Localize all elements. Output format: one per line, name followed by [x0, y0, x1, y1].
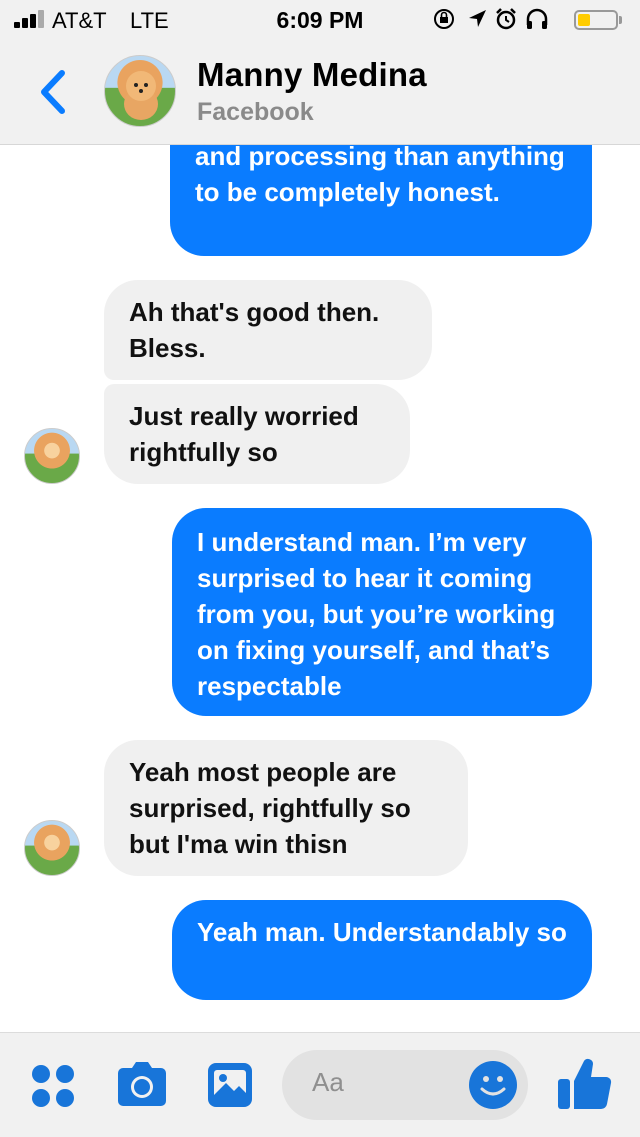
contact-avatar[interactable]	[24, 820, 80, 876]
contact-name[interactable]: Manny Medina	[197, 56, 427, 94]
message-incoming[interactable]: Ah that's good then. Bless.	[104, 280, 432, 380]
message-text: I understand man. I’m very surprised to …	[197, 527, 556, 701]
contact-avatar[interactable]	[104, 55, 176, 127]
battery-icon	[574, 10, 618, 30]
more-actions-button[interactable]	[30, 1063, 78, 1116]
headphones-icon	[524, 7, 550, 37]
location-icon	[466, 7, 488, 37]
battery-tip	[619, 16, 622, 24]
menu-dots-icon	[32, 1065, 74, 1107]
message-text: Just really worried rightfully so	[129, 401, 359, 467]
photo-button[interactable]	[206, 1061, 254, 1114]
message-text: Ah that's good then. Bless.	[129, 297, 380, 363]
thumbs-up-icon	[558, 1059, 612, 1110]
message-incoming[interactable]: Yeah most people are surprised, rightful…	[104, 740, 468, 876]
rotation-lock-icon	[432, 7, 456, 37]
back-button[interactable]	[34, 67, 74, 117]
message-outgoing[interactable]: Yeah man. Understandably so	[172, 900, 592, 1000]
composer-toolbar: Aa	[0, 1032, 640, 1137]
contact-subtitle: Facebook	[197, 98, 314, 126]
contact-avatar[interactable]	[24, 428, 80, 484]
message-input-placeholder: Aa	[312, 1067, 344, 1097]
like-button[interactable]	[556, 1055, 614, 1118]
message-text: and processing than anything to be compl…	[195, 141, 565, 207]
status-icons	[432, 7, 552, 33]
message-incoming[interactable]: Just really worried rightfully so	[104, 384, 410, 484]
dog-photo-icon	[124, 71, 158, 120]
message-text: Yeah man. Understandably so	[197, 917, 567, 947]
emoji-icon	[469, 1061, 517, 1109]
chevron-left-icon	[41, 70, 65, 114]
message-thread[interactable]: and processing than anything to be compl…	[0, 0, 640, 1136]
emoji-button[interactable]	[468, 1060, 518, 1115]
message-outgoing[interactable]: I understand man. I’m very surprised to …	[172, 508, 592, 716]
camera-icon	[118, 1062, 166, 1106]
message-text: Yeah most people are surprised, rightful…	[129, 757, 411, 859]
conversation-header: Manny Medina Facebook	[0, 40, 640, 145]
alarm-icon	[494, 7, 518, 37]
message-input[interactable]: Aa	[282, 1050, 528, 1120]
status-bar: AT&T LTE 6:09 PM	[0, 0, 640, 40]
camera-button[interactable]	[114, 1059, 170, 1114]
photo-icon	[208, 1063, 252, 1107]
